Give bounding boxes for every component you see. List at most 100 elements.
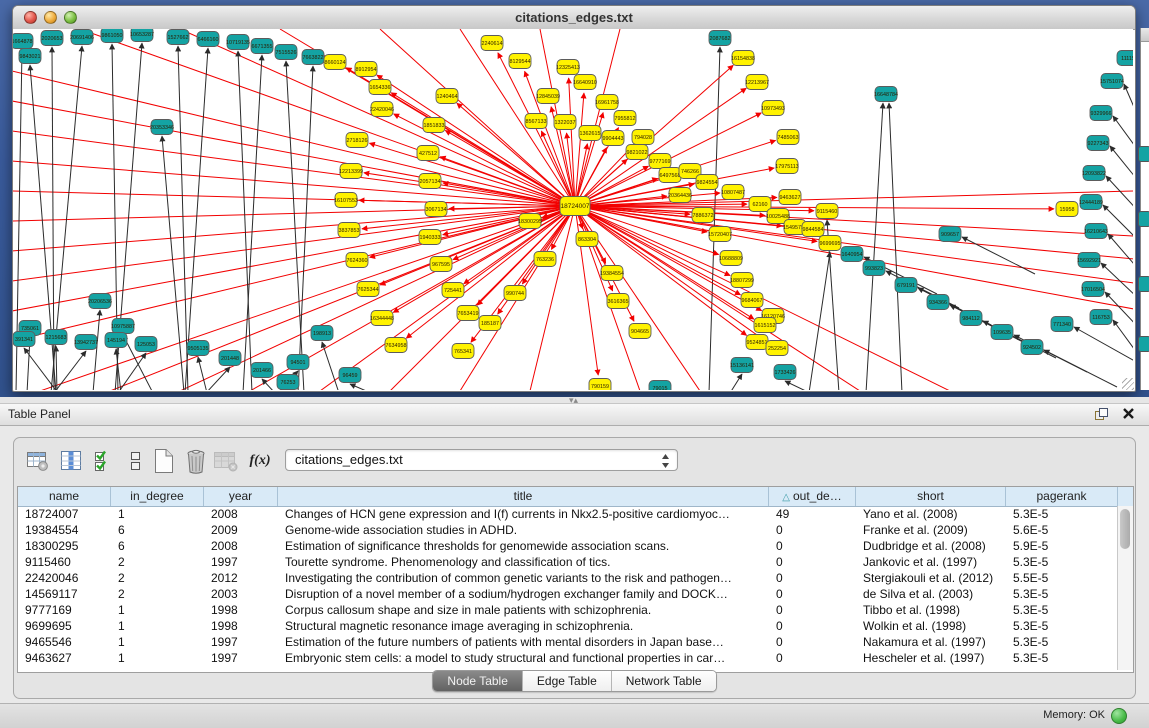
network-node[interactable]	[746, 75, 768, 90]
tab-node-table[interactable]: Node Table	[433, 671, 523, 691]
network-node[interactable]	[385, 338, 407, 353]
network-edge[interactable]	[569, 78, 575, 206]
network-node[interactable]	[746, 335, 768, 350]
network-node[interactable]	[371, 102, 393, 117]
network-node[interactable]	[251, 363, 273, 378]
network-node[interactable]	[509, 54, 531, 69]
network-node[interactable]	[614, 111, 636, 126]
network-node[interactable]	[105, 333, 127, 348]
table-row[interactable]: 1830029562008Estimation of significance …	[18, 538, 1118, 554]
network-node[interactable]	[574, 75, 596, 90]
table-selector-dropdown[interactable]: citations_edges.txt	[285, 449, 678, 471]
close-panel-icon[interactable]	[1122, 407, 1135, 425]
network-edge[interactable]	[575, 206, 1133, 283]
network-edge[interactable]	[1044, 350, 1117, 387]
delete-trash-icon[interactable]	[182, 446, 210, 476]
new-document-icon[interactable]	[150, 446, 178, 476]
network-node[interactable]	[457, 306, 479, 321]
network-node[interactable]	[749, 197, 771, 212]
network-node[interactable]	[442, 283, 464, 298]
network-node[interactable]	[423, 118, 445, 133]
network-edge[interactable]	[1103, 205, 1133, 242]
table-row[interactable]: 1456911722003Disruption of a novel membe…	[18, 586, 1118, 602]
network-node[interactable]	[417, 146, 439, 161]
network-node[interactable]	[537, 89, 559, 104]
table-row[interactable]: 977716911998Corpus callosum shape and si…	[18, 602, 1118, 618]
row-checks-icon[interactable]	[90, 446, 118, 476]
network-edge[interactable]	[350, 384, 371, 390]
window-resize-grip[interactable]	[1122, 378, 1134, 390]
network-node[interactable]	[504, 286, 526, 301]
network-node[interactable]	[112, 319, 134, 334]
network-node[interactable]	[1083, 166, 1105, 181]
network-node[interactable]	[369, 80, 391, 95]
network-node[interactable]	[777, 130, 799, 145]
network-node[interactable]	[45, 330, 67, 345]
network-node[interactable]	[632, 130, 654, 145]
network-node[interactable]	[419, 230, 441, 245]
delete-table-icon[interactable]	[212, 446, 240, 476]
network-node[interactable]	[13, 332, 35, 347]
network-edge[interactable]	[1113, 320, 1133, 357]
network-node[interactable]	[187, 341, 209, 356]
network-edge[interactable]	[1106, 176, 1133, 213]
network-node[interactable]	[519, 214, 541, 229]
network-node[interactable]	[601, 266, 623, 281]
column-header-out_degree[interactable]: △out_de…	[769, 487, 856, 506]
network-node[interactable]	[554, 115, 576, 130]
table-row[interactable]: 969969511998Structural magnetic resonanc…	[18, 618, 1118, 634]
network-node[interactable]	[534, 252, 556, 267]
network-node[interactable]	[560, 197, 590, 216]
network-canvas[interactable]: 1664878202065320691406986105010653287152…	[13, 29, 1133, 390]
network-node[interactable]	[841, 247, 863, 262]
table-row[interactable]: 1938455462009Genome-wide association stu…	[18, 522, 1118, 538]
network-node[interactable]	[89, 294, 111, 309]
network-node[interactable]	[1080, 195, 1102, 210]
network-node[interactable]	[774, 365, 796, 380]
network-node[interactable]	[436, 89, 458, 104]
network-node[interactable]	[1090, 106, 1112, 121]
network-edge[interactable]	[1074, 327, 1133, 364]
network-node[interactable]	[13, 34, 33, 49]
network-node[interactable]	[277, 375, 299, 390]
network-node[interactable]	[1078, 253, 1100, 268]
network-node[interactable]	[275, 45, 297, 60]
background-window[interactable]	[1140, 28, 1149, 390]
column-header-in_degree[interactable]: in_degree	[111, 487, 204, 506]
network-node[interactable]	[863, 261, 885, 276]
network-node[interactable]	[576, 232, 598, 247]
network-node[interactable]	[1117, 51, 1133, 66]
network-node[interactable]	[754, 318, 776, 333]
table-row[interactable]: 911546021997Tourette syndrome. Phenomeno…	[18, 554, 1118, 570]
network-node[interactable]	[131, 29, 153, 42]
column-header-title[interactable]: title	[278, 487, 769, 506]
float-panel-icon[interactable]	[1094, 407, 1109, 426]
network-node[interactable]	[479, 316, 501, 331]
network-node[interactable]	[355, 62, 377, 77]
table-row[interactable]: 946362711997Embryonic stem cells: a mode…	[18, 650, 1118, 666]
network-edge[interactable]	[962, 237, 1035, 274]
network-node[interactable]	[991, 325, 1013, 340]
network-node[interactable]	[741, 293, 763, 308]
network-node[interactable]	[287, 355, 309, 370]
network-node[interactable]	[659, 168, 681, 183]
network-node[interactable]	[692, 208, 714, 223]
network-node[interactable]	[197, 32, 219, 47]
network-node[interactable]	[425, 202, 447, 217]
network-node[interactable]	[371, 311, 393, 326]
network-node[interactable]	[227, 35, 249, 50]
tab-edge-table[interactable]: Edge Table	[523, 671, 612, 691]
network-node[interactable]	[602, 131, 624, 146]
network-node[interactable]	[1085, 224, 1107, 239]
network-node[interactable]	[779, 190, 801, 205]
network-node[interactable]	[340, 164, 362, 179]
network-edge[interactable]	[198, 357, 207, 390]
network-edge[interactable]	[206, 367, 230, 390]
network-node[interactable]	[525, 114, 547, 129]
network-edge[interactable]	[56, 346, 57, 390]
network-node[interactable]	[346, 253, 368, 268]
network-node[interactable]	[731, 358, 753, 373]
network-node[interactable]	[960, 311, 982, 326]
network-node[interactable]	[649, 154, 671, 169]
network-edge[interactable]	[185, 48, 208, 390]
